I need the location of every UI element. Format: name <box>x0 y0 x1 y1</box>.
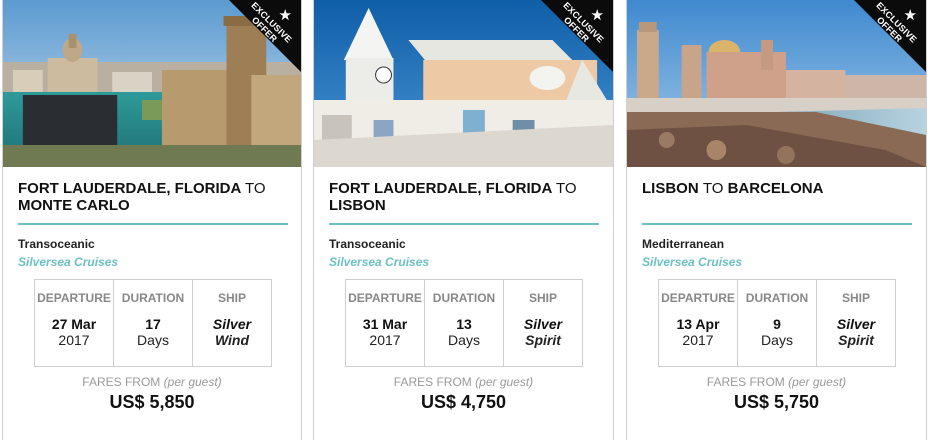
cruise-card[interactable]: ★ EXCLUSIVE OFFER FORT LAUDERDALE, FLORI… <box>313 0 614 440</box>
duration-cell: DURATION 9 Days <box>738 280 817 366</box>
ship-name-line2: Spirit <box>838 332 874 348</box>
duration-cell: DURATION 17 Days <box>114 280 193 366</box>
region-label: Transoceanic <box>18 237 95 251</box>
price: US$ 4,750 <box>420 392 507 412</box>
departure-day: 27 Mar <box>51 316 97 332</box>
exclusive-offer-badge: ★ EXCLUSIVE OFFER <box>854 0 926 72</box>
fares-from-text: FARES FROM <box>393 375 472 389</box>
duration-cell: DURATION 13 Days <box>425 280 504 366</box>
ship-cell: SHIP Silver Spirit <box>817 280 895 366</box>
duration-unit: Days <box>448 332 480 348</box>
route-destination: LISBON <box>329 197 386 214</box>
ship-name-line1: Silver <box>523 316 563 332</box>
voyage-details-table: DEPARTURE 27 Mar 2017 DURATION 17 Days S… <box>34 279 272 367</box>
fares-label: FARES FROM (per guest) <box>627 375 926 389</box>
duration-number: 13 <box>456 316 472 332</box>
ship-header: SHIP <box>528 291 557 305</box>
departure-day: 31 Mar <box>362 316 408 332</box>
duration-header: DURATION <box>745 291 809 305</box>
departure-header: DEPARTURE <box>37 291 111 305</box>
route-origin: FORT LAUDERDALE, FLORIDA <box>329 180 552 197</box>
ship-name-line1: Silver <box>836 316 876 332</box>
departure-year: 2017 <box>58 332 90 348</box>
cruise-card[interactable]: ★ EXCLUSIVE OFFER FORT LAUDERDALE, FLORI… <box>2 0 302 440</box>
route-to-word: TO <box>244 180 266 197</box>
price: US$ 5,750 <box>733 392 820 412</box>
departure-cell: DEPARTURE 13 Apr 2017 <box>659 280 738 366</box>
duration-number: 17 <box>145 316 161 332</box>
departure-header: DEPARTURE <box>348 291 422 305</box>
duration-unit: Days <box>761 332 793 348</box>
star-icon: ★ <box>590 7 604 24</box>
departure-cell: DEPARTURE 31 Mar 2017 <box>346 280 425 366</box>
voyage-details-table: DEPARTURE 13 Apr 2017 DURATION 9 Days SH… <box>658 279 896 367</box>
title-divider <box>329 223 599 225</box>
ship-name-line1: Silver <box>212 316 252 332</box>
route-destination: BARCELONA <box>727 180 824 197</box>
route-to-word: TO <box>702 180 724 197</box>
route-to-word: TO <box>555 180 577 197</box>
exclusive-offer-badge: ★ EXCLUSIVE OFFER <box>229 0 301 72</box>
departure-day: 13 Apr <box>676 316 720 332</box>
cruise-line-link[interactable]: Silversea Cruises <box>642 255 742 269</box>
price: US$ 5,850 <box>109 392 195 412</box>
region-label: Mediterranean <box>642 237 725 251</box>
exclusive-offer-badge: ★ EXCLUSIVE OFFER <box>541 0 613 72</box>
route-origin: FORT LAUDERDALE, FLORIDA <box>18 180 241 197</box>
duration-number: 9 <box>773 316 781 332</box>
route-destination: MONTE CARLO <box>18 197 130 214</box>
per-guest-text: (per guest) <box>163 375 222 389</box>
fares-from-text: FARES FROM <box>706 375 785 389</box>
ship-name-line2: Wind <box>214 332 250 348</box>
fares-label: FARES FROM (per guest) <box>3 375 301 389</box>
route-origin: LISBON <box>642 180 699 197</box>
per-guest-text: (per guest) <box>475 375 534 389</box>
ship-cell: SHIP Silver Wind <box>193 280 271 366</box>
route-title[interactable]: LISBON TO BARCELONA <box>642 180 914 197</box>
duration-unit: Days <box>137 332 169 348</box>
departure-header: DEPARTURE <box>661 291 735 305</box>
route-title[interactable]: FORT LAUDERDALE, FLORIDA TO LISBON <box>329 180 601 214</box>
cruise-line-link[interactable]: Silversea Cruises <box>329 255 429 269</box>
cruise-card[interactable]: ★ EXCLUSIVE OFFER LISBON TO BARCELONA Me… <box>626 0 927 440</box>
region-label: Transoceanic <box>329 237 406 251</box>
cruise-cards: ★ EXCLUSIVE OFFER FORT LAUDERDALE, FLORI… <box>0 0 936 440</box>
title-divider <box>642 223 912 225</box>
star-icon: ★ <box>278 7 292 24</box>
fares-label: FARES FROM (per guest) <box>314 375 613 389</box>
departure-year: 2017 <box>682 332 714 348</box>
departure-cell: DEPARTURE 27 Mar 2017 <box>35 280 114 366</box>
duration-header: DURATION <box>432 291 496 305</box>
ship-name-line2: Spirit <box>525 332 561 348</box>
title-divider <box>18 223 288 225</box>
star-icon: ★ <box>903 7 917 24</box>
voyage-details-table: DEPARTURE 31 Mar 2017 DURATION 13 Days S… <box>345 279 583 367</box>
ship-header: SHIP <box>217 291 246 305</box>
fares-from-text: FARES FROM <box>82 375 161 389</box>
departure-year: 2017 <box>369 332 401 348</box>
route-title[interactable]: FORT LAUDERDALE, FLORIDA TO MONTE CARLO <box>18 180 290 214</box>
per-guest-text: (per guest) <box>788 375 847 389</box>
duration-header: DURATION <box>121 291 185 305</box>
ship-cell: SHIP Silver Spirit <box>504 280 582 366</box>
ship-header: SHIP <box>841 291 870 305</box>
cruise-line-link[interactable]: Silversea Cruises <box>18 255 118 269</box>
